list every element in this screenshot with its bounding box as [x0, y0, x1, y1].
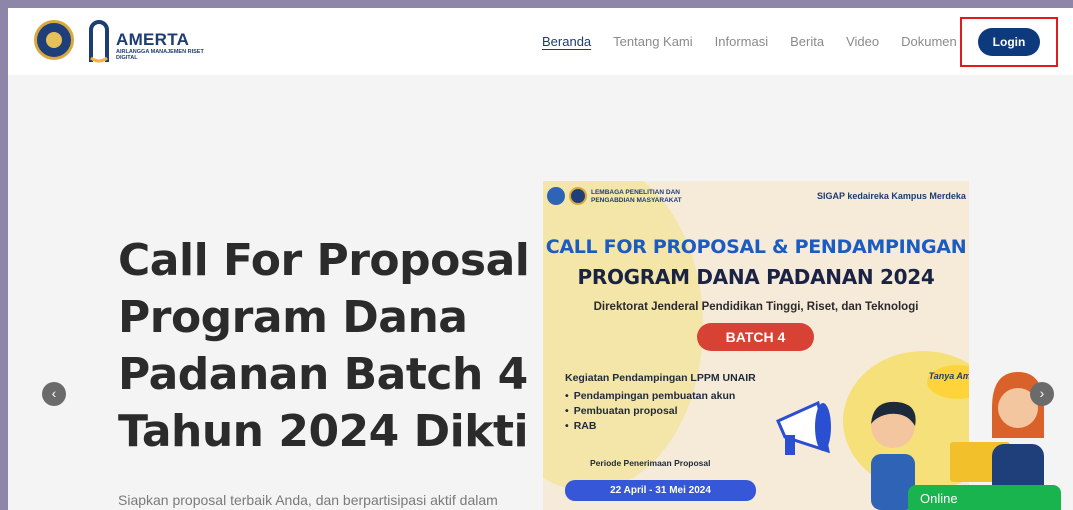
nav-beranda[interactable]: Beranda: [542, 34, 591, 49]
carousel-next-button[interactable]: ›: [1030, 382, 1054, 406]
nav-video[interactable]: Video: [846, 34, 879, 49]
hero-title: Call For Proposal Program Dana Padanan B…: [118, 235, 530, 457]
amerta-logo-icon[interactable]: [88, 18, 110, 64]
nav-informasi[interactable]: Informasi: [715, 34, 768, 49]
carousel-prev-button[interactable]: ‹: [42, 382, 66, 406]
site-header: AMERTA AIRLANGGA MANAJEMEN RISET DIGITAL…: [8, 8, 1073, 75]
chat-online-widget[interactable]: Online: [908, 485, 1061, 510]
poster-dates-badge: 22 April - 31 Mei 2024: [565, 480, 756, 501]
nav-dokumen[interactable]: Dokumen: [901, 34, 957, 49]
poster-activities-list: Pendampingan pembuatan akun Pembuatan pr…: [565, 389, 736, 434]
main-nav: Beranda Tentang Kami Informasi Berita Vi…: [542, 34, 979, 49]
nav-tentang-kami[interactable]: Tentang Kami: [613, 34, 693, 49]
poster-batch-badge: BATCH 4: [697, 323, 814, 351]
poster-institution: LEMBAGA PENELITIAN DAN PENGABDIAN MASYAR…: [591, 189, 682, 204]
unair-seal-logo[interactable]: [34, 20, 74, 60]
chevron-right-icon: ›: [1039, 385, 1045, 401]
hero-poster-image: LEMBAGA PENELITIAN DAN PENGABDIAN MASYAR…: [543, 181, 969, 510]
list-item: Pembuatan proposal: [565, 404, 735, 419]
megaphone-icon: [776, 401, 831, 455]
poster-directorate: Direktorat Jenderal Pendidikan Tinggi, R…: [593, 301, 919, 313]
kemdikbud-logo-icon: [547, 187, 565, 205]
poster-call-heading: CALL FOR PROPOSAL & PENDAMPINGAN: [545, 236, 967, 258]
chat-status-label: Online: [920, 491, 958, 506]
poster-program-heading: PROGRAM DANA PADANAN 2024: [577, 265, 935, 289]
chevron-left-icon: ‹: [51, 385, 57, 401]
list-item: RAB: [565, 419, 735, 434]
poster-period-label: Periode Penerimaan Proposal: [590, 458, 711, 468]
browser-viewport: AMERTA AIRLANGGA MANAJEMEN RISET DIGITAL…: [8, 8, 1073, 510]
poster-background-shape: [543, 181, 703, 491]
brand-subtitle: AIRLANGGA MANAJEMEN RISET DIGITAL: [116, 49, 204, 61]
list-item: Pendampingan pembuatan akun: [565, 389, 736, 404]
hero-subtitle: Siapkan proposal terbaik Anda, dan berpa…: [118, 492, 498, 508]
brand-name: AMERTA: [116, 30, 190, 49]
login-button[interactable]: Login: [978, 28, 1040, 56]
poster-activities-title: Kegiatan Pendampingan LPPM UNAIR: [565, 372, 756, 384]
nav-berita[interactable]: Berita: [790, 34, 824, 49]
poster-partner-logos: SIGAP kedaireka Kampus Merdeka: [817, 191, 966, 201]
unair-logo-icon: [569, 187, 587, 205]
